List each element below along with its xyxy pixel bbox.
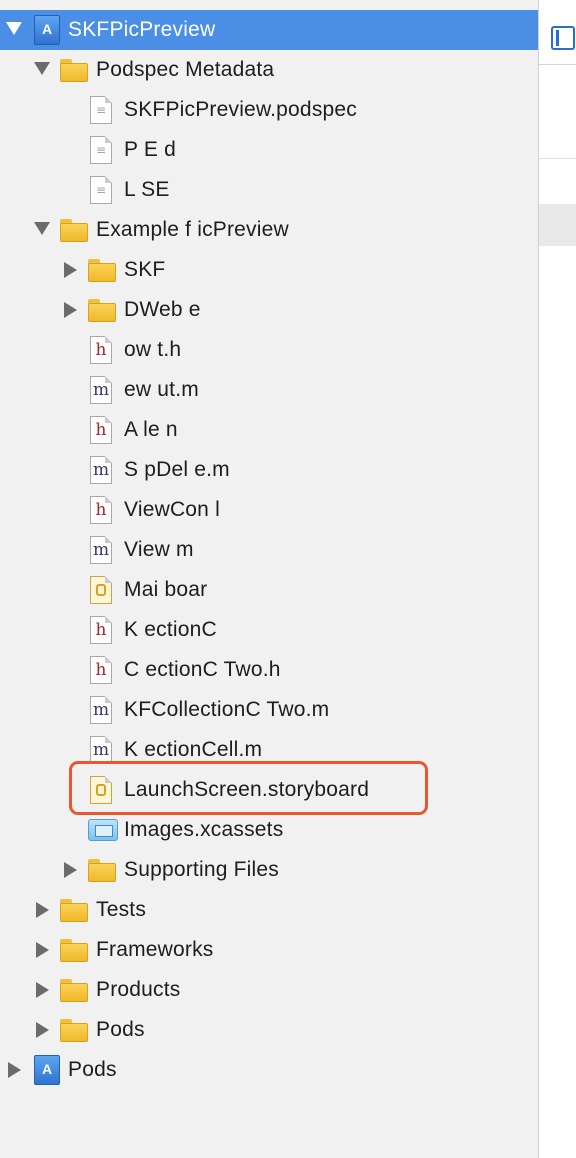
folder-icon <box>88 297 116 323</box>
file-label: K ectionCell.m <box>124 738 263 761</box>
header-file-icon: h <box>90 336 112 364</box>
source-file-icon: m <box>90 376 112 404</box>
disclosure-triangle-collapsed[interactable] <box>64 862 77 878</box>
file-label: C ectionC Two.h <box>124 658 281 681</box>
source-file-icon: m <box>90 456 112 484</box>
disclosure-triangle-expanded[interactable] <box>34 62 50 75</box>
folder-icon <box>60 977 88 1003</box>
tree-row-license[interactable]: ≡ L SE <box>0 170 538 210</box>
tree-row-collectioncell-header[interactable]: h K ectionC <box>0 610 538 650</box>
project-label: Pods <box>68 1058 117 1081</box>
file-label: SKFPicPreview.podspec <box>124 98 357 121</box>
tree-row-viewcontroller-header[interactable]: h ViewCon l <box>0 490 538 530</box>
editor-side-panel <box>538 0 576 1158</box>
folder-label: Supporting Files <box>124 858 279 881</box>
file-label: P E d <box>124 138 176 161</box>
disclosure-triangle-collapsed[interactable] <box>36 902 49 918</box>
tree-row-frameworks[interactable]: Frameworks <box>0 930 538 970</box>
folder-label: DWeb e <box>124 298 201 321</box>
tree-row-layout-header[interactable]: h ow t.h <box>0 330 538 370</box>
tree-row-appdelegate-source[interactable]: m S pDel e.m <box>0 450 538 490</box>
file-label: S pDel e.m <box>124 458 230 481</box>
tree-row-pods-group[interactable]: Pods <box>0 1010 538 1050</box>
panel-band <box>539 204 576 246</box>
file-label: L SE <box>124 178 170 201</box>
tree-row-layout-source[interactable]: m ew ut.m <box>0 370 538 410</box>
disclosure-triangle-expanded[interactable] <box>6 22 22 35</box>
tree-row-products[interactable]: Products <box>0 970 538 1010</box>
group-label: Pods <box>96 1018 145 1041</box>
storyboard-file-icon <box>90 576 112 604</box>
tree-row-root-project[interactable]: A SKFPicPreview <box>0 10 538 50</box>
file-icon: ≡ <box>90 136 112 164</box>
header-file-icon: h <box>90 416 112 444</box>
tree-row-skf-folder[interactable]: SKF <box>0 250 538 290</box>
folder-icon <box>60 1017 88 1043</box>
tree-row-supporting-files[interactable]: Supporting Files <box>0 850 538 890</box>
header-file-icon: h <box>90 496 112 524</box>
header-file-icon: h <box>90 616 112 644</box>
tree-row-appdelegate-header[interactable]: h A le n <box>0 410 538 450</box>
tree-row-main-storyboard[interactable]: Mai boar <box>0 570 538 610</box>
xcode-project-icon: A <box>34 1055 60 1085</box>
source-file-icon: m <box>90 736 112 764</box>
file-label: Mai boar <box>124 578 208 601</box>
file-label: View m <box>124 538 194 561</box>
root-project-label: SKFPicPreview <box>68 18 216 41</box>
file-label: Images.xcassets <box>124 818 284 841</box>
file-label: K ectionC <box>124 618 217 641</box>
tree-row-readme[interactable]: ≡ P E d <box>0 130 538 170</box>
folder-icon <box>60 897 88 923</box>
sidebar-toggle-icon[interactable] <box>551 26 575 50</box>
file-label: KFCollectionC Two.m <box>124 698 330 721</box>
project-navigator: A SKFPicPreview Podspec Metadata ≡ SKFPi… <box>0 0 538 1158</box>
disclosure-triangle-collapsed[interactable] <box>36 1022 49 1038</box>
annotation-highlight-box <box>69 761 428 815</box>
folder-icon <box>60 937 88 963</box>
group-label: Podspec Metadata <box>96 58 275 81</box>
tree-row-pods-project[interactable]: A Pods <box>0 1050 538 1090</box>
folder-icon <box>60 57 88 83</box>
disclosure-triangle-collapsed[interactable] <box>64 302 77 318</box>
disclosure-triangle-collapsed[interactable] <box>36 982 49 998</box>
tree-row-podspec-file[interactable]: ≡ SKFPicPreview.podspec <box>0 90 538 130</box>
file-icon: ≡ <box>90 176 112 204</box>
disclosure-triangle-collapsed[interactable] <box>8 1062 21 1078</box>
tree-row-sdwebimage-folder[interactable]: DWeb e <box>0 290 538 330</box>
asset-catalog-icon <box>88 819 118 841</box>
file-icon: ≡ <box>90 96 112 124</box>
tree-row-collectioncelltwo-source[interactable]: m KFCollectionC Two.m <box>0 690 538 730</box>
panel-header <box>539 0 576 65</box>
folder-label: SKF <box>124 258 166 281</box>
source-file-icon: m <box>90 536 112 564</box>
group-label: Frameworks <box>96 938 214 961</box>
header-file-icon: h <box>90 656 112 684</box>
tree-row-viewcontroller-source[interactable]: m View m <box>0 530 538 570</box>
tree-row-collectioncelltwo-header[interactable]: h C ectionC Two.h <box>0 650 538 690</box>
folder-icon <box>88 857 116 883</box>
tree-row-tests[interactable]: Tests <box>0 890 538 930</box>
folder-icon <box>88 257 116 283</box>
group-label: Products <box>96 978 181 1001</box>
disclosure-triangle-expanded[interactable] <box>34 222 50 235</box>
disclosure-triangle-collapsed[interactable] <box>36 942 49 958</box>
tree-row-example-group[interactable]: Example f icPreview <box>0 210 538 250</box>
xcode-project-icon: A <box>34 15 60 45</box>
file-label: A le n <box>124 418 178 441</box>
file-label: ow t.h <box>124 338 182 361</box>
group-label: Example f icPreview <box>96 218 289 241</box>
file-label: ViewCon l <box>124 498 220 521</box>
disclosure-triangle-collapsed[interactable] <box>64 262 77 278</box>
folder-icon <box>60 217 88 243</box>
panel-divider <box>539 158 576 159</box>
file-label: ew ut.m <box>124 378 199 401</box>
group-label: Tests <box>96 898 147 921</box>
tree-row-podspec-metadata[interactable]: Podspec Metadata <box>0 50 538 90</box>
tree-row-images-xcassets[interactable]: Images.xcassets <box>0 810 538 850</box>
source-file-icon: m <box>90 696 112 724</box>
